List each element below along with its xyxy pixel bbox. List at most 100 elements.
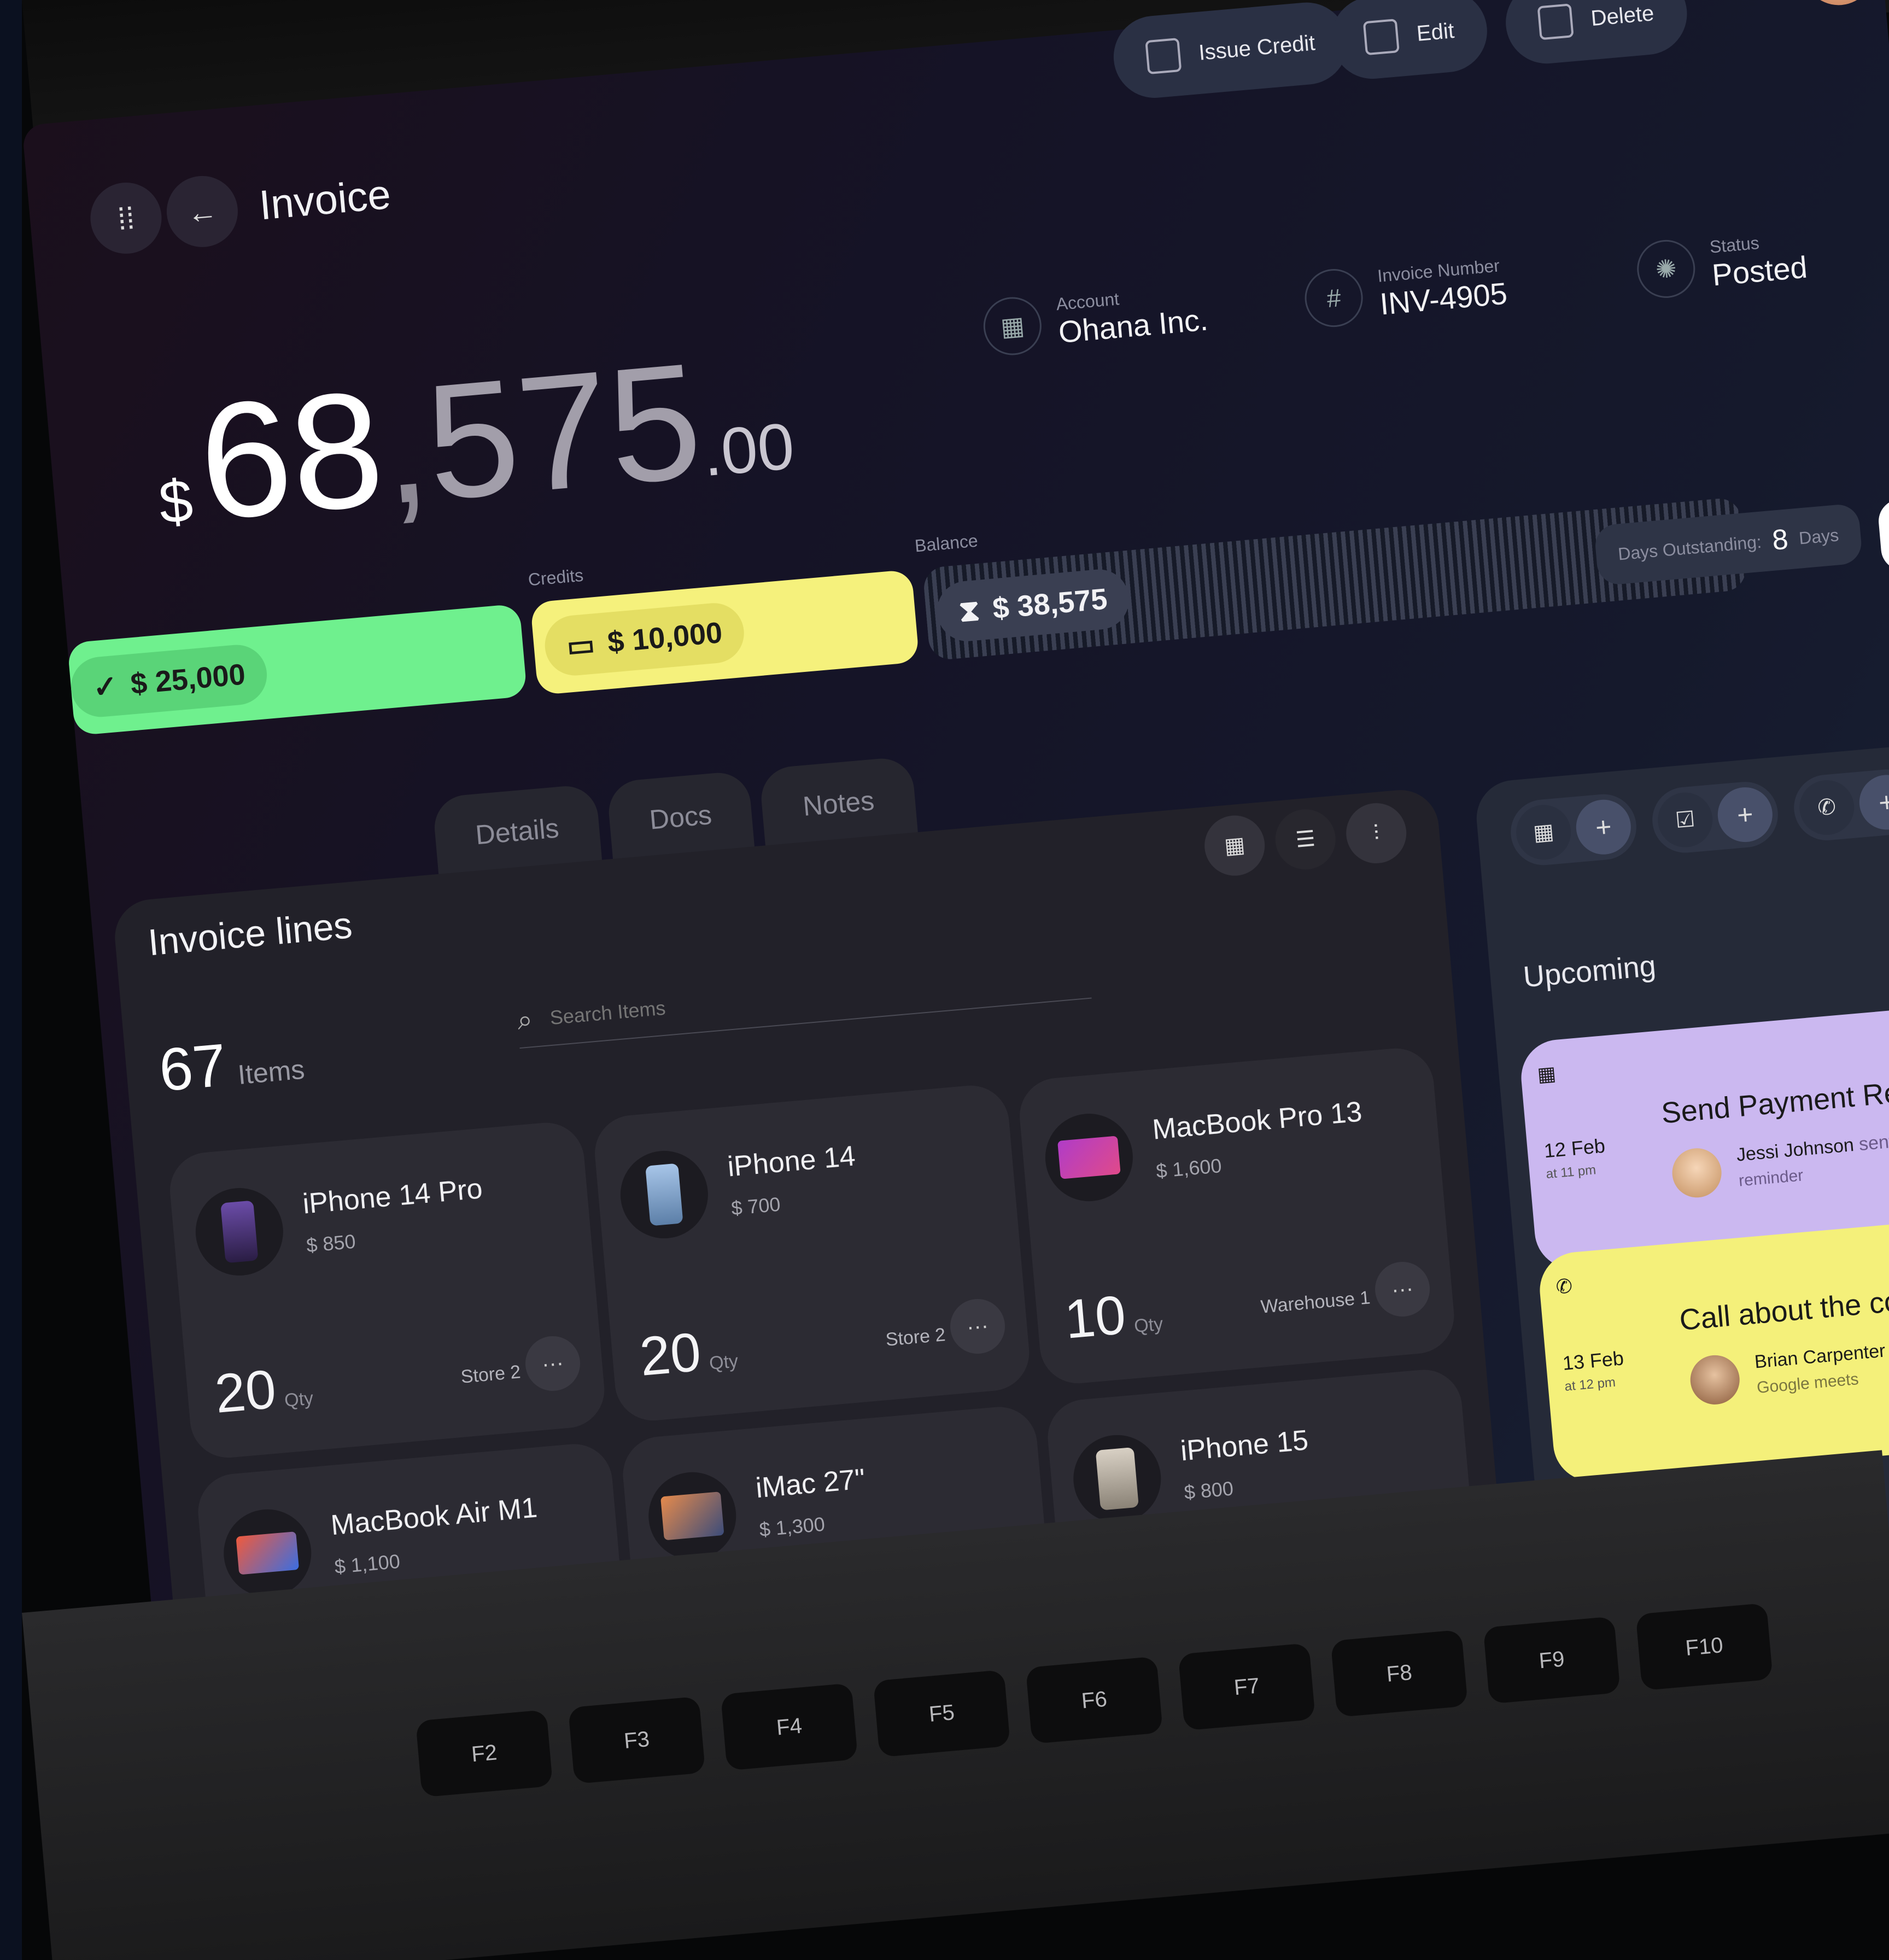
item-store: Warehouse 1 [1260,1287,1371,1318]
activity-actions: ▦ + ☑ + ✆ + [1508,767,1889,868]
items-count-label: Items [236,1054,306,1091]
key-f2: F2 [415,1710,553,1798]
item-more-button[interactable]: ··· [1372,1259,1432,1319]
item-qty-value: 10 [1062,1284,1128,1350]
plus-icon: + [1594,811,1613,843]
iphone-image [192,1184,287,1279]
tab-notes-label: Notes [802,785,876,822]
search-field[interactable]: ⌕ [516,954,1092,1049]
plus-icon: + [1735,798,1755,831]
event-time: at 12 pm [1564,1374,1616,1394]
tab-details-label: Details [474,812,560,851]
delete-button[interactable]: Delete [1502,0,1691,67]
item-more-button[interactable]: ··· [523,1333,583,1394]
line-item-card[interactable]: iPhone 14 Pro $ 850 20 Qty Store 2 ··· [167,1119,608,1461]
item-qty: 20 Qty [638,1318,740,1389]
edit-button[interactable]: Edit [1328,0,1491,83]
delete-label: Delete [1589,1,1655,31]
amount-thousands: 575 [419,327,708,535]
item-qty: 10 Qty [1062,1280,1165,1351]
item-price: $ 1,300 [758,1512,826,1541]
key-f9-label: F9 [1537,1647,1566,1673]
trash-icon [1537,3,1574,40]
event-time: at 11 pm [1545,1162,1597,1182]
key-f4-label: F4 [775,1713,803,1740]
grid-menu-button[interactable]: ⁞⁞ [87,179,165,257]
macbook-air-image [220,1506,315,1601]
item-price: $ 1,100 [334,1549,401,1578]
calendar-button[interactable]: ▦ [1514,803,1574,862]
calendar-group: ▦ + [1508,791,1639,868]
key-f3: F3 [568,1696,706,1785]
item-name: iPhone 15 [1179,1424,1310,1467]
invoice-lines-title: Invoice lines [146,904,354,964]
item-name: MacBook Pro 13 [1151,1096,1364,1146]
filter-button[interactable]: ⫶ [1343,800,1409,866]
page-title: Invoice [257,171,393,229]
more-icon: ··· [966,1313,990,1339]
view-controls: ▦ ☰ ⫶ [1202,800,1409,879]
event-date: 13 Feb [1562,1347,1625,1374]
checklist-icon: ☑ [1674,807,1697,833]
key-f6: F6 [1025,1656,1163,1744]
key-f7: F7 [1178,1643,1315,1731]
event-date: 12 Feb [1543,1134,1606,1162]
event-person-line: Jessi Johnson sent a payme [1735,1125,1889,1166]
macbook-image [1042,1110,1137,1205]
key-f5: F5 [873,1669,1011,1758]
currency-symbol: $ [156,466,196,537]
days-label: Days Outstanding: [1617,531,1763,564]
credits-pill: ▭ $ 10,000 [542,600,747,678]
items-count: 67 Items [156,1023,307,1105]
call-button[interactable]: ✆ [1797,777,1857,838]
task-group: ☑ + [1650,779,1781,856]
add-call-button[interactable]: + [1857,773,1889,832]
list-view-button[interactable]: ☰ [1273,806,1338,872]
search-icon: ⌕ [516,1003,534,1036]
card-icon: ▭ [565,627,596,663]
grid-view-button[interactable]: ▦ [1202,813,1267,879]
item-store: Store 2 [885,1324,946,1350]
pay-button[interactable]: Pa [1876,489,1889,572]
phone-icon: ✆ [1816,794,1837,821]
item-name: iPhone 14 Pro [301,1173,484,1220]
more-icon: ··· [541,1350,565,1377]
item-qty: 20 Qty [213,1355,315,1426]
status-value: Posted [1710,249,1809,292]
event-detail: sent a payme [1858,1125,1889,1155]
iphone-image [617,1147,712,1242]
phone-icon: ✆ [1555,1274,1574,1298]
line-item-card[interactable]: iPhone 14 $ 700 20 Qty Store 2 ··· [592,1082,1033,1424]
event-detail: Google meets [1756,1370,1859,1397]
items-count-value: 67 [156,1031,229,1104]
key-f2-label: F2 [470,1740,498,1766]
balance-label: Balance [914,530,979,556]
search-input[interactable] [547,967,988,1030]
imac-image [645,1468,740,1564]
avatar[interactable] [1800,0,1878,8]
grid-icon: ▦ [1223,833,1246,859]
back-button[interactable]: ← [163,173,241,250]
item-price: $ 700 [730,1192,782,1220]
plus-icon: + [1877,786,1889,818]
key-f10-label: F10 [1684,1633,1724,1660]
item-more-button[interactable]: ··· [948,1296,1008,1356]
call-group: ✆ + [1791,767,1889,844]
line-item-card[interactable]: MacBook Pro 13 $ 1,600 10 Qty Warehouse 1… [1016,1045,1458,1386]
key-f7-label: F7 [1233,1673,1261,1700]
event-title: Call about the contrac [1678,1279,1889,1337]
item-qty-label: Qty [1133,1313,1164,1337]
add-task-button[interactable]: + [1715,785,1775,845]
event-person: Brian Carpenter [1753,1340,1886,1373]
avatar [1670,1146,1724,1200]
invoice-number-meta: # Invoice Number INV-4905 [1302,254,1508,330]
task-button[interactable]: ☑ [1656,790,1715,850]
edit-label: Edit [1416,18,1455,46]
add-event-button[interactable]: + [1574,797,1633,857]
amount-whole: 68 [192,355,390,555]
item-qty-value: 20 [212,1358,279,1425]
event-detail-2: reminder [1738,1166,1804,1190]
more-icon: ··· [1390,1276,1414,1302]
days-unit: Days [1798,524,1840,548]
credits-label: Credits [527,565,584,590]
